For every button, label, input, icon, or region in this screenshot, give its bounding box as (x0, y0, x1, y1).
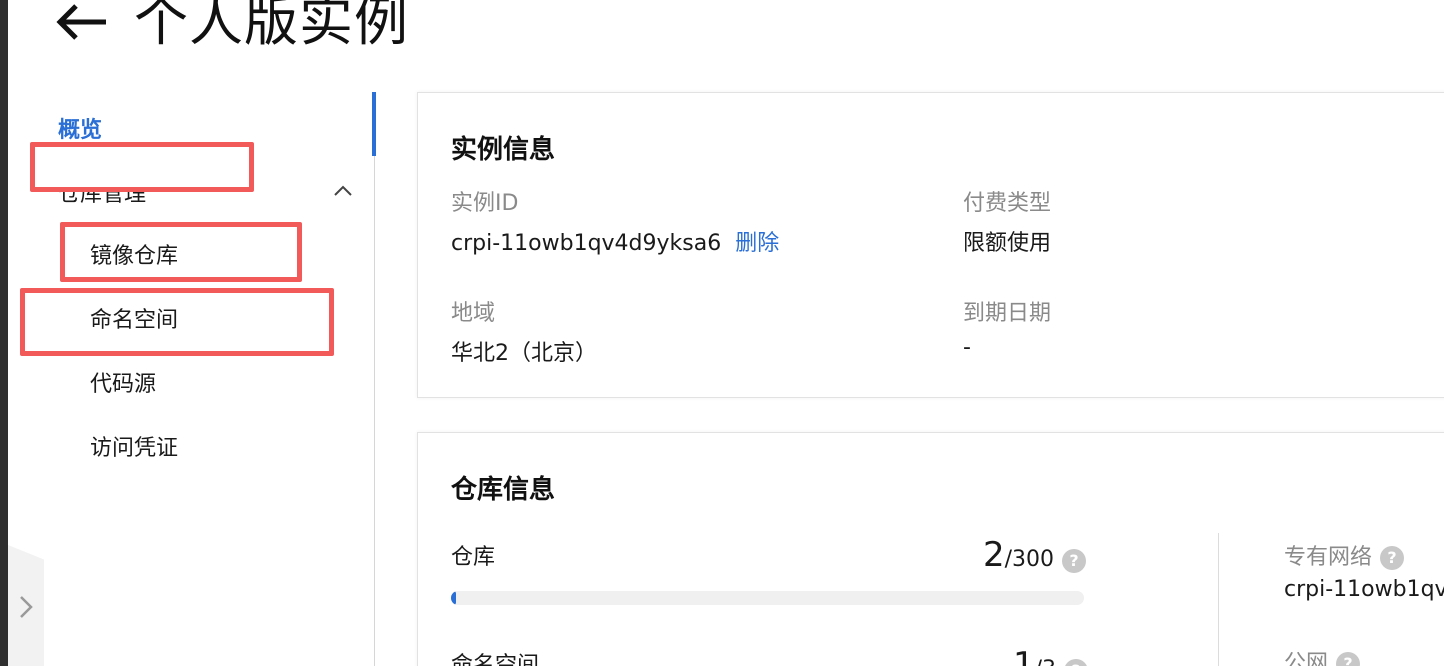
instance-info-title: 实例信息 (451, 135, 556, 165)
namespace-counter: 1 /3 ? (1013, 645, 1089, 666)
page-title: 个人版实例 (134, 0, 409, 53)
region-label: 地域 (451, 301, 496, 326)
page-header: 个人版实例 (52, 0, 409, 62)
help-icon[interactable]: ? (1380, 546, 1405, 570)
namespace-count-label: 命名空间 (451, 653, 540, 666)
repo-info-card: 仓库信息 仓库 2 /300 ? 命名空间 1 /3 ? 专有网络? crpi-… (417, 432, 1444, 666)
expiry-label: 到期日期 (963, 301, 1052, 326)
help-icon[interactable]: ? (1062, 549, 1087, 573)
instance-id-value: crpi-11owb1qv4d9yksa6 (451, 231, 722, 256)
arrow-left-icon[interactable] (52, 2, 112, 42)
repo-info-title: 仓库信息 (451, 475, 556, 505)
instance-info-card: 实例信息 实例ID crpi-11owb1qv4d9yksa6 删除 付费类型 限… (417, 92, 1444, 398)
column-divider (1218, 533, 1219, 666)
repo-used-count: 2 (983, 535, 1005, 575)
sidebar-item-code-source[interactable]: 代码源 (90, 370, 156, 400)
repo-total-count: /300 (1004, 547, 1055, 572)
chevron-up-icon[interactable] (332, 180, 354, 202)
sidebar-divider (374, 92, 375, 666)
vpc-label-row: 专有网络? (1284, 539, 1405, 571)
repo-counter: 2 /300 ? (983, 535, 1087, 575)
vpc-label: 专有网络 (1284, 545, 1373, 570)
region-value: 华北2（北京） (451, 341, 597, 366)
sidebar-active-indicator (372, 92, 376, 156)
vpc-value: crpi-11owb1qv4 (1284, 577, 1444, 602)
namespace-total-count: /3 (1035, 657, 1056, 666)
sidebar-item-access-credentials[interactable]: 访问凭证 (90, 434, 178, 464)
instance-id-label: 实例ID (451, 191, 519, 216)
highlight-box (20, 288, 334, 356)
highlight-box (60, 222, 302, 282)
billing-type-label: 付费类型 (963, 191, 1052, 216)
repo-progress-bar (451, 591, 1084, 605)
public-network-label: 公网 (1284, 651, 1329, 666)
repo-progress-fill (451, 591, 456, 605)
help-icon[interactable]: ? (1064, 659, 1089, 666)
billing-type-value: 限额使用 (963, 231, 1052, 256)
instance-id-row: crpi-11owb1qv4d9yksa6 删除 (451, 225, 779, 257)
help-icon[interactable]: ? (1336, 652, 1361, 666)
repo-count-label: 仓库 (451, 545, 496, 570)
namespace-used-count: 1 (1013, 645, 1035, 666)
expiry-value: - (963, 335, 971, 360)
highlight-box (30, 142, 254, 192)
public-network-label-row: 公网? (1284, 645, 1361, 666)
delete-link[interactable]: 删除 (735, 231, 779, 256)
